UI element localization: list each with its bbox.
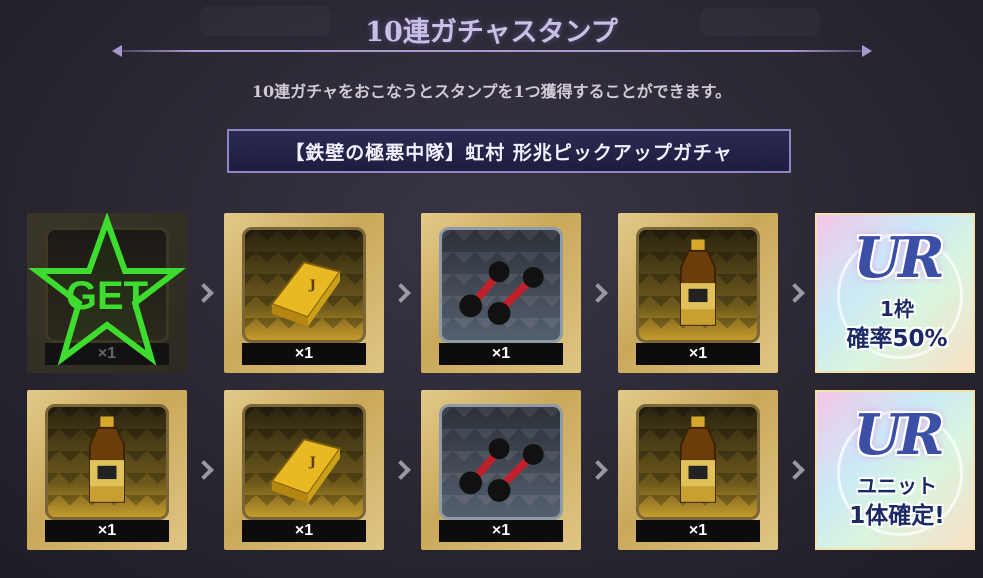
gold-bar-icon: J [270,261,342,327]
reward-line1: 1枠 [880,297,914,321]
stamp-count: ×1 [636,520,760,542]
chevron-right-icon [588,283,608,303]
energy-drink-icon [679,239,717,326]
dumbbell-icon [459,438,544,502]
ur-logo: UR [853,225,944,291]
reward-line2: 確率50% [846,326,948,352]
get-text: GET [66,274,148,318]
chevron-right-icon [391,460,411,480]
stamp-frame [636,227,760,343]
chevron-right-icon [588,460,608,480]
reward-line1: ユニット [857,474,937,498]
reward-line2: 1体確定! [849,503,945,529]
chevron-right-icon [785,460,805,480]
gacha-name-banner: 【鉄壁の極悪中隊】虹村 形兆ピックアップガチャ [227,129,791,173]
stamp-count: ×1 [242,343,366,365]
stamp-frame: J [242,227,366,343]
chevron-right-icon [785,283,805,303]
stamp-slot: ×1 [421,213,581,373]
stamp-slot: J ×1 [224,213,384,373]
stamp-frame [439,404,563,520]
stamp-slot: ×1 [421,390,581,550]
ur-logo: UR [853,402,944,468]
chevron-right-icon [194,460,214,480]
get-star-icon: GET [28,213,186,366]
page-title: 10連ガチャスタンプ [365,17,618,48]
stamp-count: ×1 [439,343,563,365]
chevron-right-icon [391,283,411,303]
stamp-count: ×1 [45,520,169,542]
chevron-right-icon [194,283,214,303]
energy-drink-icon [88,416,126,503]
stamp-frame [636,404,760,520]
gold-bar-icon: J [270,438,342,504]
stamp-slot: J ×1 [224,390,384,550]
stamp-slot: ×1 [27,390,187,550]
stamp-frame [45,404,169,520]
stamp-count: ×1 [636,343,760,365]
stamp-slot-achieved: ×1 GET [27,213,187,373]
reward-card: UR ユニット 1体確定! [815,390,975,550]
stamp-count: ×1 [439,520,563,542]
stamp-slot: ×1 [618,390,778,550]
reward-card: UR 1枠 確率50% [815,213,975,373]
svg-text:J: J [309,278,316,293]
svg-text:J: J [309,455,316,470]
title-divider [112,45,872,57]
description-text: 10連ガチャをおこなうとスタンプを1つ獲得することができます。 [251,82,732,101]
stamp-slot: ×1 [618,213,778,373]
dumbbell-icon [459,261,544,325]
energy-drink-icon [679,416,717,503]
stamp-frame [439,227,563,343]
stamp-count: ×1 [242,520,366,542]
stamp-frame: J [242,404,366,520]
gacha-name: 【鉄壁の極悪中隊】虹村 形兆ピックアップガチャ [285,141,733,164]
